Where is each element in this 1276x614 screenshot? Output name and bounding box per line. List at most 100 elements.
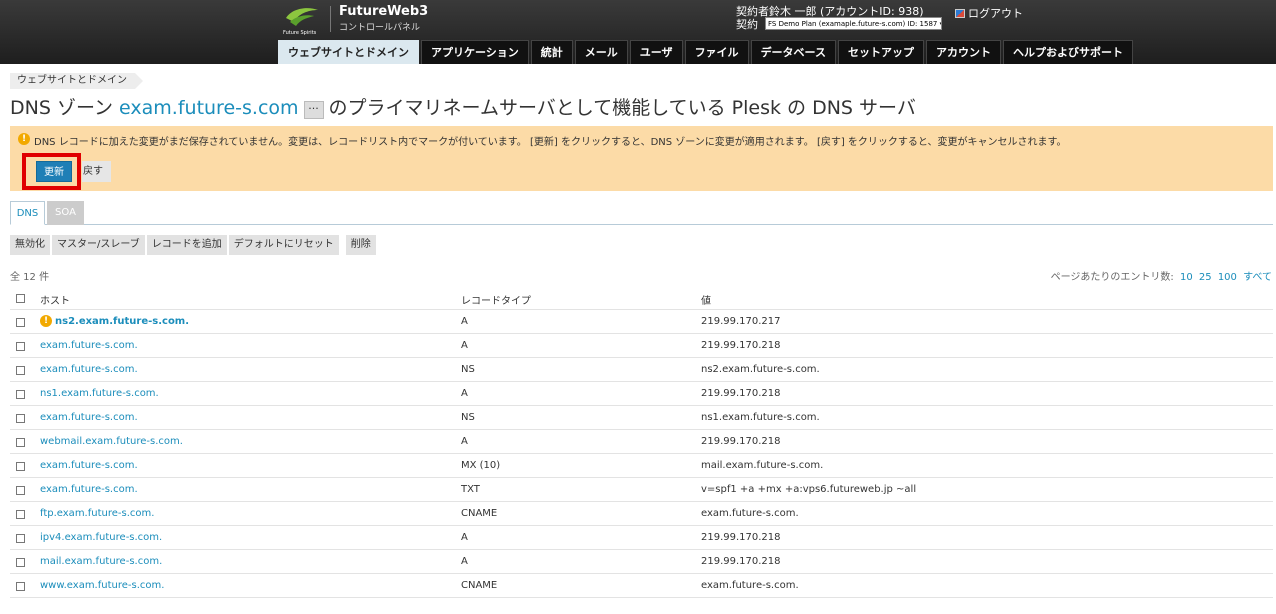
per-page-100[interactable]: 100 xyxy=(1218,272,1237,283)
row-checkbox[interactable] xyxy=(16,462,25,471)
row-host-link[interactable]: exam.future-s.com. xyxy=(40,340,138,351)
row-type: A xyxy=(461,316,468,327)
row-value: 219.99.170.218 xyxy=(701,436,781,447)
row-checkbox[interactable] xyxy=(16,486,25,495)
title-domain-link[interactable]: exam.future-s.com xyxy=(119,97,298,119)
row-type: A xyxy=(461,340,468,351)
row-value: ns1.exam.future-s.com. xyxy=(701,412,820,423)
unsaved-changes-warning: ! DNS レコードに加えた変更がまだ保存されていません。変更は、レコードリスト… xyxy=(10,126,1273,191)
row-host-link[interactable]: ns2.exam.future-s.com. xyxy=(40,316,189,327)
nav-tab-websites-domains[interactable]: ウェブサイトとドメイン xyxy=(278,40,419,64)
row-type: TXT xyxy=(461,484,480,495)
per-page-25[interactable]: 25 xyxy=(1199,272,1212,283)
nav-tab-statistics[interactable]: 統計 xyxy=(530,40,573,64)
per-page-label: ページあたりのエントリ数: xyxy=(1050,272,1174,283)
row-checkbox[interactable] xyxy=(16,318,25,327)
row-value: exam.future-s.com. xyxy=(701,580,799,591)
row-host-link[interactable]: exam.future-s.com. xyxy=(40,460,138,471)
subscription-label: 契約 xyxy=(736,18,758,31)
row-checkbox[interactable] xyxy=(16,342,25,351)
tab-soa[interactable]: SOA xyxy=(47,201,84,225)
apply-button[interactable]: 更新 xyxy=(36,161,72,182)
table-row: ! ns2.exam.future-s.com. A 219.99.170.21… xyxy=(10,310,1273,334)
table-row: ipv4.exam.future-s.com. A 219.99.170.218 xyxy=(10,526,1273,550)
records-toolbar: 無効化 マスター/スレーブ レコードを追加 デフォルトにリセット 削除 xyxy=(10,235,378,255)
row-host-link[interactable]: ipv4.exam.future-s.com. xyxy=(40,532,162,543)
row-host-link[interactable]: exam.future-s.com. xyxy=(40,412,138,423)
row-checkbox[interactable] xyxy=(16,582,25,591)
row-type: NS xyxy=(461,364,475,375)
nav-tab-mail[interactable]: メール xyxy=(574,40,628,64)
row-checkbox[interactable] xyxy=(16,558,25,567)
row-host-link[interactable]: ns1.exam.future-s.com. xyxy=(40,388,159,399)
title-suffix: のプライマリネームサーバとして機能している Plesk の DNS サーバ xyxy=(328,97,916,119)
table-row: exam.future-s.com. NS ns2.exam.future-s.… xyxy=(10,358,1273,382)
logout-label: ログアウト xyxy=(968,7,1023,20)
column-host[interactable]: ホスト xyxy=(40,292,70,307)
row-host-link[interactable]: exam.future-s.com. xyxy=(40,364,138,375)
row-checkbox[interactable] xyxy=(16,390,25,399)
nav-tab-account[interactable]: アカウント xyxy=(926,40,1002,64)
subscription-select[interactable]: FS Demo Plan (examaple.future-s.com) ID:… xyxy=(765,17,942,30)
svg-text:Future Spirits: Future Spirits xyxy=(283,30,317,36)
more-options-button[interactable]: ··· xyxy=(303,101,324,119)
row-checkbox[interactable] xyxy=(16,510,25,519)
logo-leaf-icon: Future Spirits xyxy=(283,8,318,36)
tab-dns[interactable]: DNS xyxy=(10,201,45,225)
per-page-10[interactable]: 10 xyxy=(1180,272,1193,283)
per-page-all[interactable]: すべて xyxy=(1243,272,1272,283)
nav-tab-setup[interactable]: セットアップ xyxy=(838,40,925,64)
row-type: A xyxy=(461,388,468,399)
revert-button[interactable]: 戻す xyxy=(82,161,111,182)
logout-icon xyxy=(955,9,965,18)
row-host-link[interactable]: webmail.exam.future-s.com. xyxy=(40,436,183,447)
row-type: CNAME xyxy=(461,580,498,591)
nav-tab-users[interactable]: ユーザ xyxy=(629,40,683,64)
table-row: exam.future-s.com. A 219.99.170.218 xyxy=(10,334,1273,358)
row-host-link[interactable]: www.exam.future-s.com. xyxy=(40,580,164,591)
row-checkbox[interactable] xyxy=(16,366,25,375)
future-spirits-logo[interactable]: Future Spirits xyxy=(280,4,324,36)
table-row: mail.exam.future-s.com. A 219.99.170.218 xyxy=(10,550,1273,574)
row-type: CNAME xyxy=(461,508,498,519)
brand-subtitle: コントロールパネル xyxy=(339,23,421,33)
column-record-type[interactable]: レコードタイプ xyxy=(461,292,531,307)
row-value: ns2.exam.future-s.com. xyxy=(701,364,820,375)
table-row: www.exam.future-s.com. CNAME exam.future… xyxy=(10,574,1273,598)
nav-tab-help-support[interactable]: ヘルプおよびサポート xyxy=(1003,40,1134,64)
nav-tab-files[interactable]: ファイル xyxy=(684,40,749,64)
dns-records-table: ホスト レコードタイプ 値 ! ns2.exam.future-s.com. A… xyxy=(10,286,1273,598)
row-value: 219.99.170.218 xyxy=(701,340,781,351)
zone-tabs: DNS SOA xyxy=(10,201,1273,225)
row-host-link[interactable]: ftp.exam.future-s.com. xyxy=(40,508,154,519)
delete-button[interactable]: 削除 xyxy=(345,235,376,255)
row-type: MX (10) xyxy=(461,460,501,471)
table-row: exam.future-s.com. MX (10) mail.exam.fut… xyxy=(10,454,1273,478)
nav-tab-databases[interactable]: データベース xyxy=(750,40,837,64)
table-row: ftp.exam.future-s.com. CNAME exam.future… xyxy=(10,502,1273,526)
row-type: NS xyxy=(461,412,475,423)
reset-default-button[interactable]: デフォルトにリセット xyxy=(228,235,339,255)
title-prefix: DNS ゾーン xyxy=(10,97,113,119)
page-title: DNS ゾーン exam.future-s.com ··· のプライマリネームサーバ… xyxy=(10,93,916,120)
row-value: mail.exam.future-s.com. xyxy=(701,460,824,471)
row-checkbox[interactable] xyxy=(16,414,25,423)
row-value: 219.99.170.218 xyxy=(701,388,781,399)
breadcrumb[interactable]: ウェブサイトとドメイン xyxy=(10,73,143,89)
add-record-button[interactable]: レコードを追加 xyxy=(146,235,227,255)
select-all-checkbox[interactable] xyxy=(16,294,25,303)
row-checkbox[interactable] xyxy=(16,534,25,543)
logo-divider xyxy=(330,6,331,32)
column-value[interactable]: 値 xyxy=(701,292,711,307)
disable-button[interactable]: 無効化 xyxy=(10,235,50,255)
row-value: 219.99.170.218 xyxy=(701,532,781,543)
nav-tab-applications[interactable]: アプリケーション xyxy=(421,40,529,64)
logout-link[interactable]: ログアウト xyxy=(955,5,1023,21)
row-type: A xyxy=(461,556,468,567)
row-host-link[interactable]: exam.future-s.com. xyxy=(40,484,138,495)
warning-icon: ! xyxy=(18,133,30,145)
row-host-link[interactable]: mail.exam.future-s.com. xyxy=(40,556,162,567)
master-slave-button[interactable]: マスター/スレーブ xyxy=(52,235,145,255)
table-row: exam.future-s.com. TXT v=spf1 +a +mx +a:… xyxy=(10,478,1273,502)
row-checkbox[interactable] xyxy=(16,438,25,447)
